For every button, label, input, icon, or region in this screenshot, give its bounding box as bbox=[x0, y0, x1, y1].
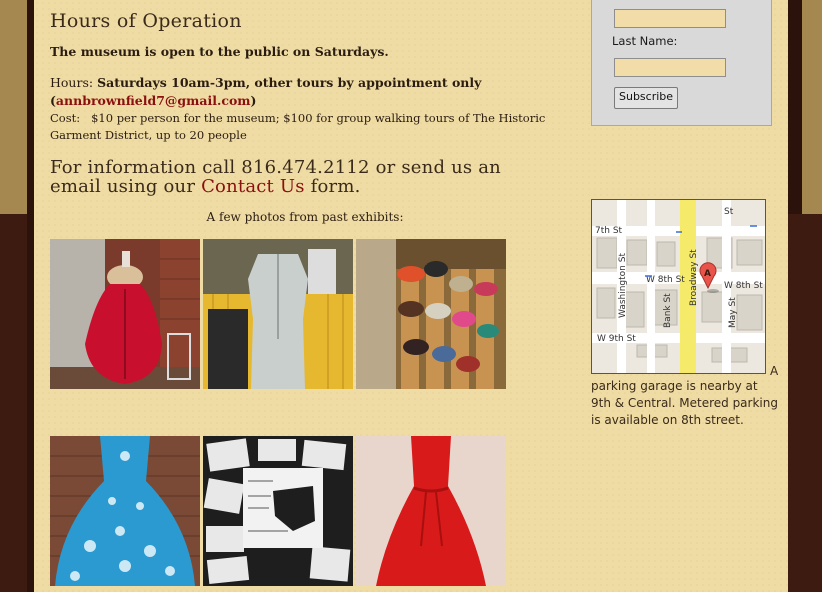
first-name-input[interactable] bbox=[614, 9, 726, 28]
location-map[interactable]: 7th St W 8th St W 8th St W 9th St St Was… bbox=[591, 199, 766, 374]
cost-label: Cost: bbox=[50, 111, 84, 125]
exhibit-photo-fashion-print[interactable] bbox=[203, 436, 353, 586]
cost-paragraph: Cost: $10 per person for the museum; $10… bbox=[50, 110, 555, 144]
subscribe-button[interactable]: Subscribe bbox=[614, 87, 679, 109]
parking-text: parking garage is nearby at 9th & Centra… bbox=[591, 379, 778, 427]
exhibit-photo-silver-suit[interactable] bbox=[203, 239, 353, 389]
last-name-input[interactable] bbox=[614, 58, 726, 77]
exhibit-photo-red-dress[interactable] bbox=[356, 436, 506, 586]
parking-lead: A bbox=[770, 364, 779, 378]
map-marker-label: A bbox=[704, 269, 711, 279]
exhibit-photo-blue-dress[interactable] bbox=[50, 436, 200, 586]
map-label-bank: Bank St bbox=[663, 293, 673, 328]
newsletter-form: Last Name: Subscribe bbox=[591, 0, 772, 126]
map-label-broadway: Broadway St bbox=[689, 249, 699, 306]
exhibit-photo-red-coat[interactable] bbox=[50, 239, 200, 389]
cost-value: $10 per person for the museum; $100 for … bbox=[50, 111, 546, 142]
contact-us-link[interactable]: Contact Us bbox=[201, 176, 305, 197]
photos-caption: A few photos from past exhibits: bbox=[206, 210, 404, 224]
email-link[interactable]: annbrownfield7@gmail.com bbox=[56, 93, 251, 108]
hours-paragraph: Hours: Saturdays 10am-3pm, other tours b… bbox=[50, 74, 555, 110]
map-label-may: May St bbox=[728, 297, 738, 328]
exhibit-photo-hats[interactable] bbox=[356, 239, 506, 389]
info-suffix: form. bbox=[304, 176, 361, 197]
info-heading: For information call 816.474.2112 or sen… bbox=[50, 158, 555, 196]
page-border-right bbox=[788, 0, 802, 214]
hours-label: Hours: bbox=[50, 75, 98, 90]
open-note: The museum is open to the public on Satu… bbox=[50, 44, 389, 59]
map-label-7th: 7th St bbox=[595, 226, 623, 236]
map-label-st-top: St bbox=[724, 207, 734, 217]
page-border-left bbox=[27, 0, 34, 592]
map-label-w8th-right: W 8th St bbox=[724, 281, 763, 291]
map-label-w9th: W 9th St bbox=[597, 334, 636, 344]
paren-close: ) bbox=[250, 93, 257, 108]
page-title: Hours of Operation bbox=[50, 10, 242, 32]
map-label-washington: Washington St bbox=[618, 253, 628, 318]
last-name-label: Last Name: bbox=[612, 34, 678, 48]
parking-info: A parking garage is nearby at 9th & Cent… bbox=[591, 361, 781, 429]
hours-value: Saturdays 10am-3pm, other tours by appoi… bbox=[97, 75, 482, 90]
